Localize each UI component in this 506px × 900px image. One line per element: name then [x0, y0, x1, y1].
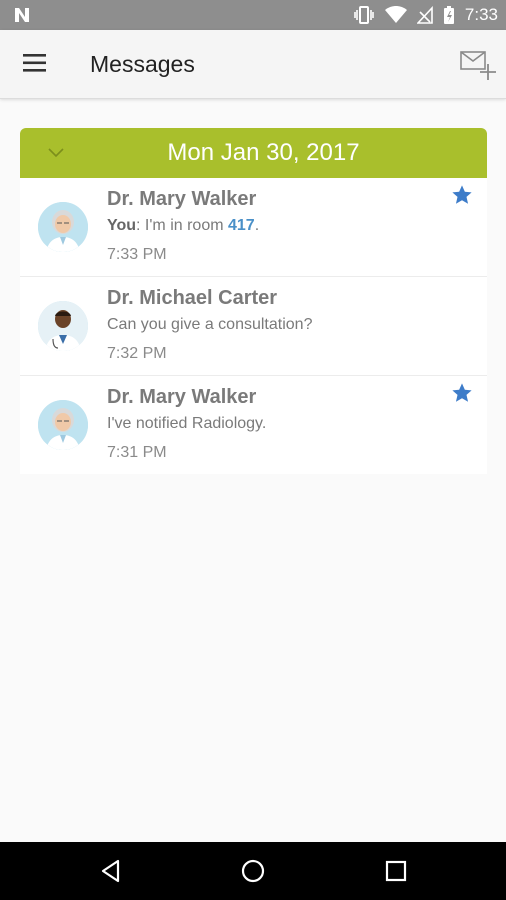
- message-preview: Can you give a consultation?: [107, 316, 313, 333]
- no-signal-icon: [416, 6, 433, 24]
- star-icon[interactable]: [451, 382, 473, 404]
- home-icon[interactable]: [240, 858, 266, 884]
- date-label: Mon Jan 30, 2017: [167, 139, 360, 166]
- room-number: 417: [228, 217, 255, 234]
- doctor-avatar-female-icon: [38, 202, 88, 252]
- sender-name: Dr. Mary Walker: [107, 188, 257, 210]
- status-bar: 7:33: [0, 0, 506, 30]
- vibrate-icon: [354, 6, 374, 24]
- battery-icon: [443, 6, 454, 24]
- message-time: 7:33 PM: [107, 246, 167, 263]
- sender-name: Dr. Mary Walker: [107, 386, 257, 408]
- status-icons: 7:33: [353, 0, 498, 30]
- recents-icon[interactable]: [383, 858, 409, 884]
- message-row[interactable]: Dr. Michael Carter Can you give a consul…: [20, 277, 487, 376]
- message-row[interactable]: Dr. Mary Walker You: I'm in room 417. 7:…: [20, 178, 487, 277]
- page-title: Messages: [90, 51, 195, 77]
- message-text-end: .: [254, 217, 260, 234]
- message-preview: I've notified Radiology.: [107, 415, 267, 432]
- sender-name: Dr. Michael Carter: [107, 287, 278, 309]
- back-icon[interactable]: [98, 858, 124, 884]
- app-bar: Messages: [0, 30, 506, 99]
- avatar: [38, 301, 88, 351]
- compose-message-icon[interactable]: [458, 46, 496, 84]
- message-row[interactable]: Dr. Mary Walker I've notified Radiology.…: [20, 376, 487, 474]
- doctor-avatar-female-icon: [38, 400, 88, 450]
- date-group-header[interactable]: Mon Jan 30, 2017: [20, 128, 487, 178]
- message-text: : I'm in room: [136, 217, 228, 234]
- doctor-avatar-male-icon: [38, 301, 88, 351]
- wifi-icon: [384, 6, 407, 23]
- sender-prefix: You: [107, 217, 137, 234]
- status-time: 7:33: [464, 5, 498, 24]
- navigation-bar: [0, 842, 506, 900]
- star-icon[interactable]: [451, 184, 473, 206]
- avatar: [38, 202, 88, 252]
- n-notification-icon: [15, 8, 29, 22]
- menu-icon[interactable]: [22, 52, 48, 74]
- avatar: [38, 400, 88, 450]
- message-time: 7:32 PM: [107, 345, 167, 362]
- message-preview: You: I'm in room 417.: [107, 217, 259, 235]
- message-list: Dr. Mary Walker You: I'm in room 417. 7:…: [20, 178, 487, 474]
- message-time: 7:31 PM: [107, 444, 167, 461]
